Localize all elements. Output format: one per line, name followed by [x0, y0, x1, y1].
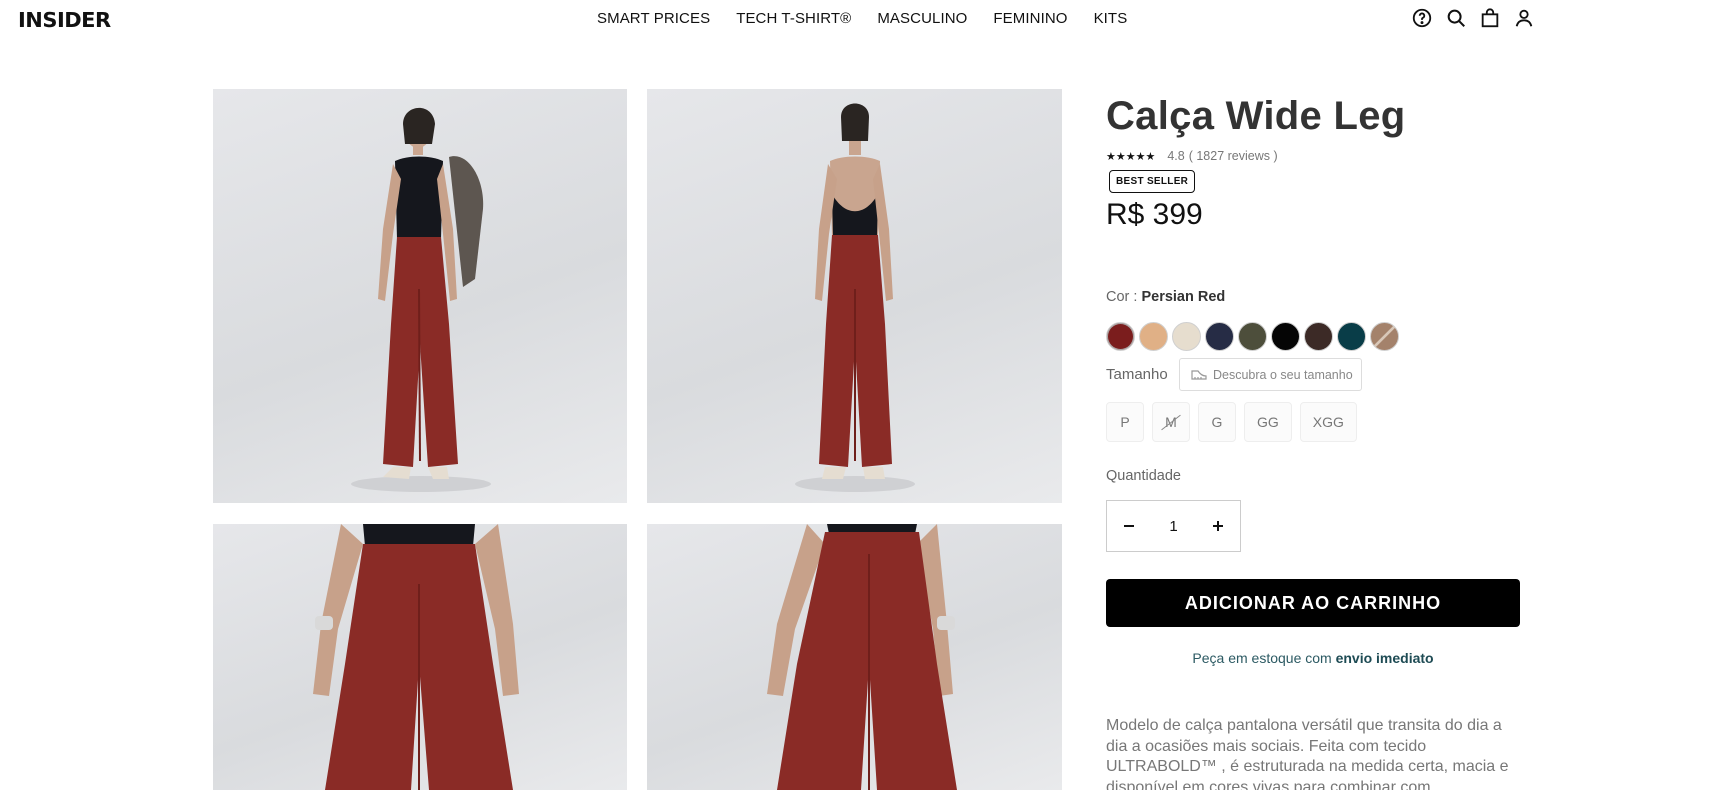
- product-rating[interactable]: ★★★★★ 4.8 ( 1827 reviews ): [1106, 149, 1278, 163]
- size-guide-button[interactable]: Descubra o seu tamanho: [1179, 358, 1362, 391]
- color-label: Cor : Persian Red: [1106, 289, 1225, 305]
- nav-smart-prices[interactable]: SMART PRICES: [597, 10, 710, 27]
- product-description: Modelo de calça pantalona versátil que t…: [1106, 717, 1509, 790]
- size-guide-text: Descubra o seu tamanho: [1213, 367, 1353, 382]
- color-label-text: Cor :: [1106, 289, 1142, 305]
- site-header: INSIDER SMART PRICES TECH T-SHIRT® MASCU…: [0, 0, 1723, 40]
- shoe-ruler-icon: [1191, 369, 1207, 380]
- size-p[interactable]: P: [1106, 402, 1144, 442]
- stock-status: Peça em estoque com envio imediato: [1106, 650, 1520, 666]
- nav-tech-tshirt[interactable]: TECH T-SHIRT®: [736, 10, 851, 27]
- nav-kits[interactable]: KITS: [1094, 10, 1128, 27]
- swatch-mocha-unavailable[interactable]: [1370, 322, 1399, 351]
- header-icons: [1411, 7, 1535, 29]
- best-seller-badge: BEST SELLER: [1109, 170, 1196, 193]
- stock-shipping: envio imediato: [1335, 650, 1434, 666]
- search-icon[interactable]: [1445, 7, 1467, 29]
- product-image-front[interactable]: [213, 89, 627, 503]
- size-gg[interactable]: GG: [1244, 402, 1292, 442]
- swatch-navy[interactable]: [1205, 322, 1234, 351]
- color-swatches: [1106, 322, 1399, 351]
- product-image-back[interactable]: [647, 89, 1062, 503]
- add-to-cart-button[interactable]: ADICIONAR AO CARRINHO: [1106, 579, 1520, 627]
- user-icon[interactable]: [1513, 7, 1535, 29]
- swatch-brown[interactable]: [1304, 322, 1333, 351]
- minus-icon[interactable]: [1107, 501, 1151, 551]
- swatch-persian-red[interactable]: [1106, 322, 1135, 351]
- size-options: P M G GG XGG: [1106, 402, 1357, 442]
- product-image-detail-front[interactable]: [213, 524, 627, 790]
- plus-icon[interactable]: [1196, 501, 1240, 551]
- nav-feminino[interactable]: FEMININO: [993, 10, 1067, 27]
- swatch-black[interactable]: [1271, 322, 1300, 351]
- quantity-stepper: 1: [1106, 500, 1241, 552]
- size-xgg[interactable]: XGG: [1299, 402, 1357, 442]
- swatch-petrol[interactable]: [1337, 322, 1366, 351]
- main-nav: SMART PRICES TECH T-SHIRT® MASCULINO FEM…: [597, 10, 1153, 27]
- rating-score: 4.8: [1167, 149, 1185, 163]
- quantity-label: Quantidade: [1106, 468, 1181, 484]
- product-image-detail-back[interactable]: [647, 524, 1062, 790]
- quantity-value[interactable]: 1: [1169, 518, 1177, 535]
- swatch-cream[interactable]: [1172, 322, 1201, 351]
- product-price: R$ 399: [1106, 198, 1203, 231]
- bag-icon[interactable]: [1479, 7, 1501, 29]
- nav-masculino[interactable]: MASCULINO: [877, 10, 967, 27]
- selected-color-name: Persian Red: [1141, 289, 1226, 305]
- rating-stars-icon: ★★★★★: [1106, 150, 1156, 163]
- size-label: Tamanho: [1106, 366, 1168, 383]
- swatch-tan[interactable]: [1139, 322, 1168, 351]
- size-m-unavailable[interactable]: M: [1152, 402, 1190, 442]
- site-logo[interactable]: INSIDER: [18, 8, 111, 32]
- product-title: Calça Wide Leg: [1106, 94, 1406, 138]
- stock-text: Peça em estoque com: [1192, 650, 1336, 666]
- help-icon[interactable]: [1411, 7, 1433, 29]
- rating-reviews: ( 1827 reviews ): [1188, 149, 1278, 163]
- swatch-olive[interactable]: [1238, 322, 1267, 351]
- size-g[interactable]: G: [1198, 402, 1236, 442]
